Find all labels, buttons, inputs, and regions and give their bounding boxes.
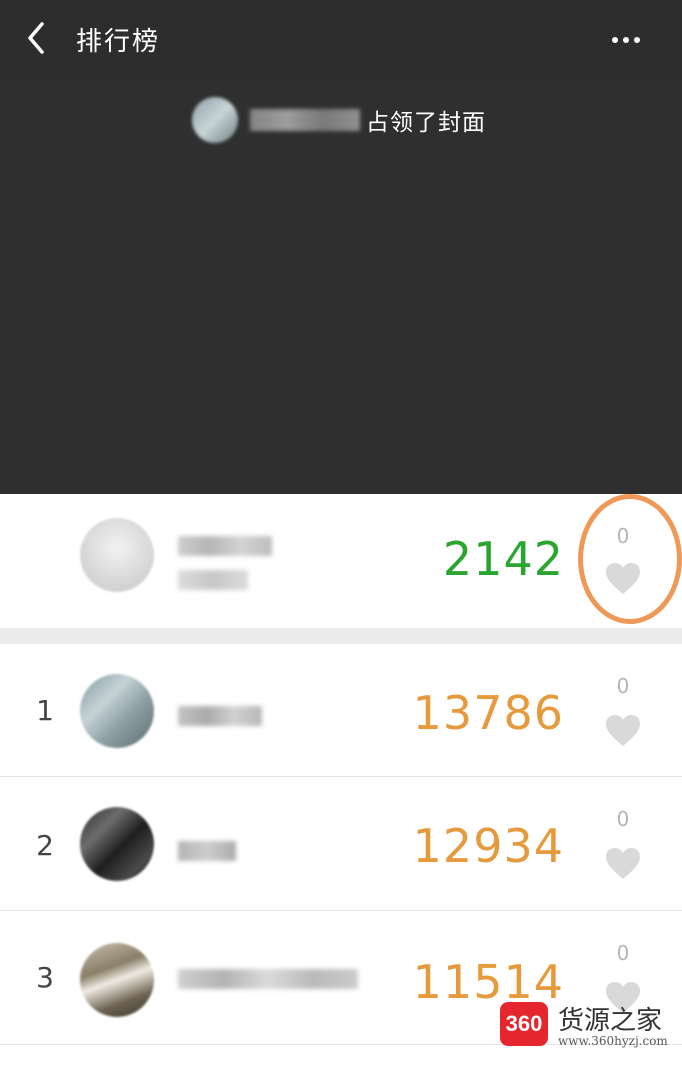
more-dots-icon: [612, 37, 618, 43]
blurred-username: [178, 969, 358, 989]
more-button[interactable]: [612, 28, 652, 48]
rank-row[interactable]: 2 12934 0: [0, 777, 682, 910]
step-count: 12934: [412, 819, 564, 873]
cover-owner-line: 占领了封面: [192, 96, 486, 144]
back-button[interactable]: [20, 18, 54, 58]
section-gap: [0, 628, 682, 644]
avatar: [80, 807, 154, 881]
like-count: 0: [616, 941, 630, 965]
avatar: [192, 97, 238, 143]
avatar: [80, 674, 154, 748]
cover-caption: 占领了封面: [366, 110, 486, 136]
rank-number: 1: [36, 694, 54, 727]
rank-row[interactable]: 1 13786 0: [0, 644, 682, 777]
rank-number: 3: [36, 961, 54, 994]
blurred-username: [250, 109, 360, 131]
blurred-username: [178, 706, 262, 726]
blurred-username: [178, 841, 236, 861]
blurred-username: [178, 536, 272, 556]
heart-icon: [606, 715, 640, 746]
like-button[interactable]: [605, 714, 641, 748]
rank-number: 2: [36, 829, 54, 862]
blurred-subtitle: [178, 570, 248, 590]
avatar: [80, 518, 154, 592]
cover-area: 排行榜 占领了封面: [0, 0, 682, 494]
watermark-url: www.360hyzj.com: [558, 1034, 668, 1048]
page-title: 排行榜: [76, 27, 161, 57]
like-button[interactable]: [605, 847, 641, 881]
heart-icon: [606, 848, 640, 879]
highlight-circle: [578, 494, 682, 624]
watermark-name: 货源之家: [558, 1006, 663, 1036]
step-count: 2142: [442, 532, 564, 586]
avatar: [80, 943, 154, 1017]
top-bar: 排行榜: [0, 0, 682, 80]
chevron-left-icon: [28, 22, 44, 54]
step-count: 13786: [412, 686, 564, 740]
watermark: 360 货源之家 www.360hyzj.com: [498, 996, 682, 1052]
watermark-logo: 360: [500, 1002, 548, 1046]
like-count: 0: [616, 674, 630, 698]
like-count: 0: [616, 807, 630, 831]
